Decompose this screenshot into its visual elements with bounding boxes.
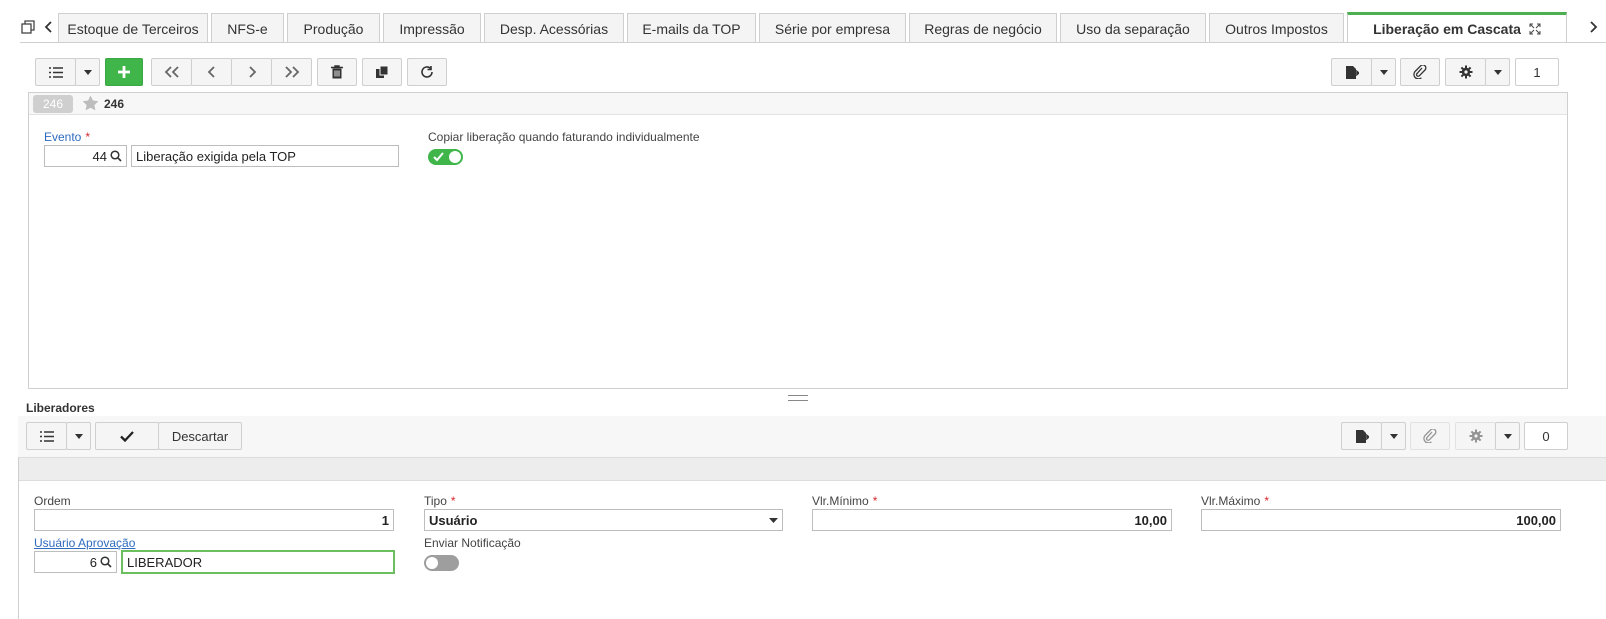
evento-description-field: Liberação exigida pela TOP bbox=[131, 145, 399, 167]
grid-export-dropdown-button[interactable] bbox=[1381, 422, 1406, 450]
double-chevron-right-icon bbox=[284, 66, 300, 78]
grid-attachment-button[interactable] bbox=[1410, 422, 1450, 450]
tipo-select[interactable]: Usuário bbox=[424, 509, 783, 531]
ordem-input[interactable]: 1 bbox=[34, 509, 394, 531]
double-chevron-left-icon bbox=[164, 66, 180, 78]
chevron-right-icon bbox=[247, 66, 257, 78]
copiar-liberacao-toggle[interactable] bbox=[428, 149, 463, 165]
enviar-notificacao-toggle[interactable] bbox=[424, 555, 459, 571]
evento-label: Evento * bbox=[44, 130, 91, 144]
record-badge: 246 bbox=[33, 95, 73, 113]
vlr-maximo-input[interactable]: 100,00 bbox=[1201, 509, 1561, 531]
paperclip-icon bbox=[1423, 429, 1437, 443]
next-record-button[interactable] bbox=[231, 58, 272, 86]
tab-impressao[interactable]: Impressão bbox=[383, 13, 481, 43]
restore-window-icon[interactable] bbox=[21, 20, 35, 34]
trash-icon bbox=[331, 65, 343, 79]
tab-outros-impostos[interactable]: Outros Impostos bbox=[1209, 13, 1344, 43]
splitter-handle[interactable] bbox=[788, 395, 808, 401]
caret-down-icon bbox=[1379, 69, 1388, 75]
last-record-button[interactable] bbox=[271, 58, 312, 86]
vlr-minimo-label: Vlr.Mínimo * bbox=[812, 494, 878, 508]
tab-nfse[interactable]: NFS-e bbox=[211, 13, 284, 43]
tabs-scroll-left-icon[interactable] bbox=[44, 20, 54, 34]
attachment-button[interactable] bbox=[1400, 58, 1440, 86]
settings-button[interactable] bbox=[1445, 58, 1486, 86]
toggle-knob bbox=[449, 151, 461, 163]
expand-icon[interactable] bbox=[1529, 23, 1541, 35]
file-export-icon bbox=[1355, 429, 1369, 444]
discard-button[interactable]: Descartar bbox=[158, 422, 242, 450]
chevron-left-icon bbox=[207, 66, 217, 78]
export-dropdown-button[interactable] bbox=[1371, 58, 1396, 86]
toggle-knob bbox=[426, 557, 438, 569]
enviar-notificacao-label: Enviar Notificação bbox=[424, 536, 521, 550]
evento-code-input[interactable]: 44 bbox=[44, 145, 127, 167]
duplicate-button[interactable] bbox=[362, 58, 402, 86]
export-button[interactable] bbox=[1331, 58, 1372, 86]
list-view-button[interactable] bbox=[35, 58, 76, 86]
list-view-dropdown-button[interactable] bbox=[75, 58, 100, 86]
caret-down-icon bbox=[1493, 69, 1502, 75]
grid-header-strip bbox=[18, 457, 1606, 481]
gear-icon bbox=[1469, 429, 1483, 443]
caret-down-icon bbox=[769, 517, 778, 523]
vlr-maximo-label: Vlr.Máximo * bbox=[1201, 494, 1270, 508]
search-icon[interactable] bbox=[100, 556, 112, 568]
usuario-code-input[interactable]: 6 bbox=[34, 551, 117, 573]
search-icon[interactable] bbox=[110, 150, 122, 162]
tab-emails-top[interactable]: E-mails da TOP bbox=[627, 13, 756, 43]
copiar-liberacao-label: Copiar liberação quando faturando indivi… bbox=[428, 130, 700, 144]
grid-record-count-box: 0 bbox=[1524, 422, 1568, 450]
ordem-label: Ordem bbox=[34, 494, 71, 508]
favorite-star-icon[interactable] bbox=[82, 95, 99, 111]
usuario-name-field[interactable]: LIBERADOR bbox=[121, 550, 395, 574]
tab-regras-negocio[interactable]: Regras de negócio bbox=[909, 13, 1057, 43]
tab-bar-divider bbox=[20, 42, 1606, 43]
grid-list-dropdown-button[interactable] bbox=[66, 422, 91, 450]
file-export-icon bbox=[1345, 65, 1359, 80]
check-icon bbox=[433, 152, 444, 162]
refresh-icon bbox=[420, 65, 434, 79]
list-icon bbox=[48, 66, 63, 78]
vlr-minimo-input[interactable]: 10,00 bbox=[812, 509, 1172, 531]
confirm-button[interactable] bbox=[95, 422, 159, 450]
tipo-label: Tipo * bbox=[424, 494, 456, 508]
record-header-bar bbox=[29, 93, 1567, 115]
refresh-button[interactable] bbox=[407, 58, 447, 86]
settings-dropdown-button[interactable] bbox=[1485, 58, 1510, 86]
first-record-button[interactable] bbox=[151, 58, 192, 86]
tab-serie-empresa[interactable]: Série por empresa bbox=[759, 13, 906, 43]
grid-export-button[interactable] bbox=[1341, 422, 1382, 450]
gear-icon bbox=[1459, 65, 1473, 79]
grid-list-button[interactable] bbox=[26, 422, 67, 450]
check-icon bbox=[120, 430, 134, 442]
liberadores-title: Liberadores bbox=[26, 401, 95, 415]
caret-down-icon bbox=[83, 69, 92, 75]
caret-down-icon bbox=[1503, 433, 1512, 439]
grid-settings-button[interactable] bbox=[1455, 422, 1496, 450]
list-icon bbox=[39, 430, 54, 442]
tabs-scroll-right-icon[interactable] bbox=[1588, 20, 1598, 34]
tab-desp-acessorias[interactable]: Desp. Acessórias bbox=[484, 13, 624, 43]
tab-estoque-terceiros[interactable]: Estoque de Terceiros bbox=[58, 13, 208, 43]
add-button[interactable] bbox=[105, 58, 143, 86]
record-count-box: 1 bbox=[1515, 58, 1559, 86]
copy-icon bbox=[375, 65, 389, 79]
usuario-aprovacao-label[interactable]: Usuário Aprovação bbox=[34, 536, 135, 550]
section-left-border bbox=[18, 457, 19, 619]
tab-uso-separacao[interactable]: Uso da separação bbox=[1060, 13, 1206, 43]
record-title: 246 bbox=[104, 97, 125, 111]
caret-down-icon bbox=[1389, 433, 1398, 439]
tab-liberacao-cascata[interactable]: Liberação em Cascata bbox=[1347, 12, 1567, 43]
paperclip-icon bbox=[1413, 65, 1427, 79]
delete-button[interactable] bbox=[317, 58, 357, 86]
form-panel bbox=[28, 92, 1568, 389]
previous-record-button[interactable] bbox=[191, 58, 232, 86]
grid-settings-dropdown-button[interactable] bbox=[1495, 422, 1520, 450]
plus-icon bbox=[117, 65, 131, 79]
tab-producao[interactable]: Produção bbox=[287, 13, 380, 43]
caret-down-icon bbox=[74, 433, 83, 439]
